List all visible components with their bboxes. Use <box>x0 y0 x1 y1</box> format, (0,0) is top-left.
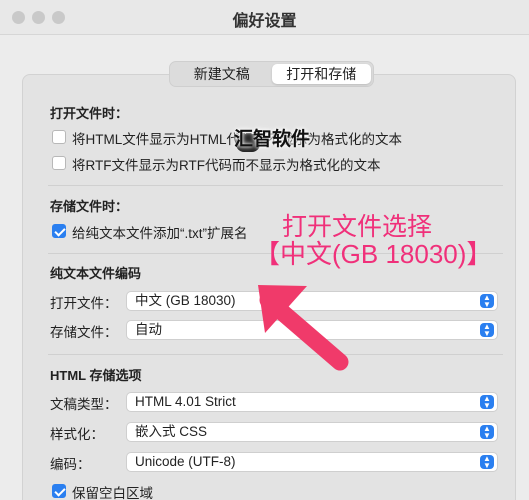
chevron-updown-icon: ▲ ▼ <box>480 294 494 309</box>
style-value: 嵌入式 CSS <box>135 424 208 439</box>
rtf-as-code-label: 将RTF文件显示为RTF代码而不显示为格式化的文本 <box>72 158 381 173</box>
preferences-window: 偏好设置 新建文稿 打开和存储 打开文件时： 将HTML文件显示为HTML代码而… <box>0 0 529 500</box>
encoding-heading: 纯文本文件编码 <box>50 266 142 281</box>
add-txt-extension-checkbox[interactable] <box>52 224 66 238</box>
save-heading: 存储文件时： <box>50 199 129 214</box>
tab-open-save[interactable]: 打开和存储 <box>271 64 371 84</box>
open-encoding-label: 打开文件： <box>50 296 118 311</box>
watermark-text: 汇智软件 <box>234 129 311 150</box>
html-as-code-checkbox[interactable] <box>52 130 66 144</box>
add-txt-extension-label: 给纯文本文件添加“.txt”扩展名 <box>72 226 248 241</box>
save-encoding-select[interactable]: 自动 ▲ ▼ <box>126 320 498 340</box>
divider <box>48 354 503 355</box>
open-heading: 打开文件时： <box>50 106 129 121</box>
style-select[interactable]: 嵌入式 CSS ▲ ▼ <box>126 422 498 442</box>
title-bar: 偏好设置 <box>0 0 529 35</box>
preserve-whitespace-checkbox[interactable] <box>52 484 66 498</box>
save-encoding-value: 自动 <box>135 322 162 337</box>
divider <box>48 185 503 186</box>
chevron-updown-icon: ▲ ▼ <box>480 425 494 440</box>
doctype-select[interactable]: HTML 4.01 Strict ▲ ▼ <box>126 392 498 412</box>
tab-bar: 新建文稿 打开和存储 <box>169 61 374 87</box>
preserve-whitespace-label: 保留空白区域 <box>72 486 153 500</box>
chevron-updown-icon: ▲ ▼ <box>480 395 494 410</box>
doctype-value: HTML 4.01 Strict <box>135 394 236 409</box>
annotation-line-2: 【中文(GB 18030)】 <box>254 239 493 269</box>
style-label: 样式化： <box>50 427 104 442</box>
chevron-updown-icon: ▲ ▼ <box>480 455 494 470</box>
html-encoding-value: Unicode (UTF-8) <box>135 454 236 469</box>
rtf-as-code-checkbox[interactable] <box>52 156 66 170</box>
open-encoding-select[interactable]: 中文 (GB 18030) ▲ ▼ <box>126 291 498 311</box>
html-options-heading: HTML 存储选项 <box>50 368 142 383</box>
open-encoding-value: 中文 (GB 18030) <box>135 293 236 308</box>
chevron-updown-icon: ▲ ▼ <box>480 323 494 338</box>
html-encoding-label: 编码： <box>50 457 91 472</box>
save-encoding-label: 存储文件： <box>50 325 118 340</box>
window-title: 偏好设置 <box>232 13 297 30</box>
html-encoding-select[interactable]: Unicode (UTF-8) ▲ ▼ <box>126 452 498 472</box>
doctype-label: 文稿类型： <box>50 397 118 412</box>
tab-new-document[interactable]: 新建文稿 <box>172 64 272 84</box>
